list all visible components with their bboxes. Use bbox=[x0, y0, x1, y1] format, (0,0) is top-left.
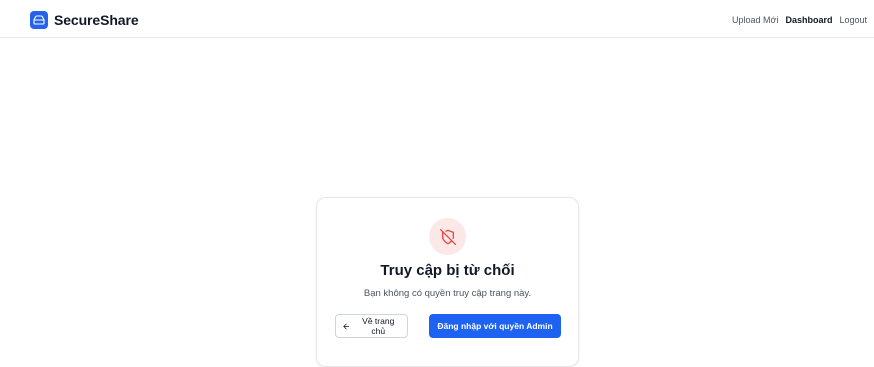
back-home-button[interactable]: Về trang chủ bbox=[335, 314, 408, 338]
nav-upload-link[interactable]: Upload Mới bbox=[732, 14, 778, 26]
nav-dashboard-link[interactable]: Dashboard bbox=[785, 14, 832, 26]
brand[interactable]: SecureShare bbox=[30, 11, 139, 29]
arrow-left-icon bbox=[343, 323, 350, 329]
shield-off-icon bbox=[429, 218, 466, 255]
hard-drive-icon bbox=[30, 11, 48, 29]
admin-login-button[interactable]: Đăng nhập với quyền Admin bbox=[429, 314, 561, 338]
admin-login-label: Đăng nhập với quyền Admin bbox=[437, 321, 553, 331]
main-nav: Upload Mới Dashboard Logout bbox=[732, 14, 867, 26]
error-message: Bạn không có quyền truy cập trang này. bbox=[363, 288, 532, 299]
page-title: Truy cập bị từ chối bbox=[380, 262, 515, 279]
top-navbar: SecureShare Upload Mới Dashboard Logout bbox=[0, 0, 874, 38]
back-home-label: Về trang chủ bbox=[362, 316, 395, 336]
brand-name: SecureShare bbox=[54, 12, 139, 28]
access-denied-card: Truy cập bị từ chối Bạn không có quyền t… bbox=[316, 197, 579, 367]
nav-logout-link[interactable]: Logout bbox=[839, 14, 867, 26]
